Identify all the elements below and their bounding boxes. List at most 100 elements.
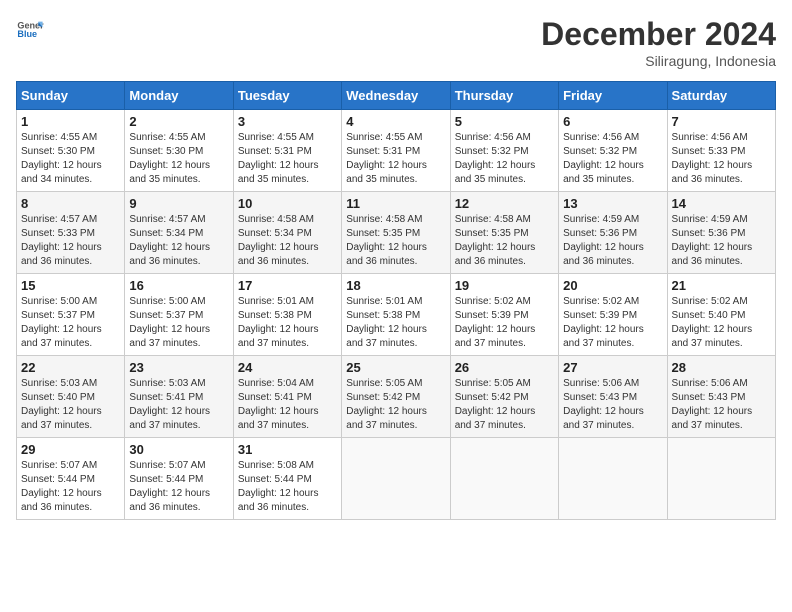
day-number: 23: [129, 360, 228, 375]
day-info: Sunrise: 5:00 AMSunset: 5:37 PMDaylight:…: [129, 296, 210, 349]
calendar-cell: 25 Sunrise: 5:05 AMSunset: 5:42 PMDaylig…: [342, 356, 450, 438]
calendar-cell: 31 Sunrise: 5:08 AMSunset: 5:44 PMDaylig…: [233, 438, 341, 520]
col-header-friday: Friday: [559, 82, 667, 110]
day-info: Sunrise: 4:59 AMSunset: 5:36 PMDaylight:…: [672, 214, 753, 267]
location: Siliragung, Indonesia: [541, 53, 776, 69]
calendar-cell: 9 Sunrise: 4:57 AMSunset: 5:34 PMDayligh…: [125, 192, 233, 274]
day-info: Sunrise: 4:55 AMSunset: 5:31 PMDaylight:…: [238, 132, 319, 185]
day-info: Sunrise: 5:06 AMSunset: 5:43 PMDaylight:…: [563, 378, 644, 431]
col-header-sunday: Sunday: [17, 82, 125, 110]
day-info: Sunrise: 5:05 AMSunset: 5:42 PMDaylight:…: [455, 378, 536, 431]
day-info: Sunrise: 4:55 AMSunset: 5:30 PMDaylight:…: [129, 132, 210, 185]
calendar-header-row: SundayMondayTuesdayWednesdayThursdayFrid…: [17, 82, 776, 110]
day-number: 7: [672, 114, 771, 129]
day-number: 5: [455, 114, 554, 129]
day-number: 26: [455, 360, 554, 375]
calendar-cell: 12 Sunrise: 4:58 AMSunset: 5:35 PMDaylig…: [450, 192, 558, 274]
day-info: Sunrise: 5:05 AMSunset: 5:42 PMDaylight:…: [346, 378, 427, 431]
day-number: 16: [129, 278, 228, 293]
month-title: December 2024: [541, 16, 776, 53]
day-info: Sunrise: 4:58 AMSunset: 5:34 PMDaylight:…: [238, 214, 319, 267]
calendar-cell: 4 Sunrise: 4:55 AMSunset: 5:31 PMDayligh…: [342, 110, 450, 192]
col-header-tuesday: Tuesday: [233, 82, 341, 110]
day-info: Sunrise: 5:02 AMSunset: 5:39 PMDaylight:…: [563, 296, 644, 349]
day-number: 14: [672, 196, 771, 211]
day-info: Sunrise: 5:07 AMSunset: 5:44 PMDaylight:…: [21, 460, 102, 513]
calendar-cell: 5 Sunrise: 4:56 AMSunset: 5:32 PMDayligh…: [450, 110, 558, 192]
day-number: 4: [346, 114, 445, 129]
calendar-week-5: 29 Sunrise: 5:07 AMSunset: 5:44 PMDaylig…: [17, 438, 776, 520]
day-info: Sunrise: 4:58 AMSunset: 5:35 PMDaylight:…: [455, 214, 536, 267]
day-info: Sunrise: 5:02 AMSunset: 5:40 PMDaylight:…: [672, 296, 753, 349]
day-info: Sunrise: 5:08 AMSunset: 5:44 PMDaylight:…: [238, 460, 319, 513]
calendar-cell: 7 Sunrise: 4:56 AMSunset: 5:33 PMDayligh…: [667, 110, 775, 192]
day-info: Sunrise: 5:06 AMSunset: 5:43 PMDaylight:…: [672, 378, 753, 431]
day-info: Sunrise: 4:55 AMSunset: 5:31 PMDaylight:…: [346, 132, 427, 185]
day-number: 30: [129, 442, 228, 457]
col-header-wednesday: Wednesday: [342, 82, 450, 110]
calendar-cell: 23 Sunrise: 5:03 AMSunset: 5:41 PMDaylig…: [125, 356, 233, 438]
day-number: 10: [238, 196, 337, 211]
day-number: 28: [672, 360, 771, 375]
calendar-cell: [559, 438, 667, 520]
day-info: Sunrise: 5:00 AMSunset: 5:37 PMDaylight:…: [21, 296, 102, 349]
day-number: 24: [238, 360, 337, 375]
day-info: Sunrise: 5:02 AMSunset: 5:39 PMDaylight:…: [455, 296, 536, 349]
day-number: 2: [129, 114, 228, 129]
calendar-cell: 16 Sunrise: 5:00 AMSunset: 5:37 PMDaylig…: [125, 274, 233, 356]
day-info: Sunrise: 5:03 AMSunset: 5:41 PMDaylight:…: [129, 378, 210, 431]
calendar-cell: [342, 438, 450, 520]
day-info: Sunrise: 5:03 AMSunset: 5:40 PMDaylight:…: [21, 378, 102, 431]
calendar-cell: 17 Sunrise: 5:01 AMSunset: 5:38 PMDaylig…: [233, 274, 341, 356]
day-info: Sunrise: 5:01 AMSunset: 5:38 PMDaylight:…: [238, 296, 319, 349]
calendar-cell: 10 Sunrise: 4:58 AMSunset: 5:34 PMDaylig…: [233, 192, 341, 274]
calendar-week-2: 8 Sunrise: 4:57 AMSunset: 5:33 PMDayligh…: [17, 192, 776, 274]
day-info: Sunrise: 4:57 AMSunset: 5:33 PMDaylight:…: [21, 214, 102, 267]
day-info: Sunrise: 4:59 AMSunset: 5:36 PMDaylight:…: [563, 214, 644, 267]
day-number: 17: [238, 278, 337, 293]
day-number: 13: [563, 196, 662, 211]
col-header-monday: Monday: [125, 82, 233, 110]
day-number: 21: [672, 278, 771, 293]
calendar-cell: 27 Sunrise: 5:06 AMSunset: 5:43 PMDaylig…: [559, 356, 667, 438]
col-header-saturday: Saturday: [667, 82, 775, 110]
day-info: Sunrise: 5:01 AMSunset: 5:38 PMDaylight:…: [346, 296, 427, 349]
calendar-cell: 11 Sunrise: 4:58 AMSunset: 5:35 PMDaylig…: [342, 192, 450, 274]
calendar-cell: 18 Sunrise: 5:01 AMSunset: 5:38 PMDaylig…: [342, 274, 450, 356]
calendar-week-1: 1 Sunrise: 4:55 AMSunset: 5:30 PMDayligh…: [17, 110, 776, 192]
calendar-cell: 29 Sunrise: 5:07 AMSunset: 5:44 PMDaylig…: [17, 438, 125, 520]
day-info: Sunrise: 4:55 AMSunset: 5:30 PMDaylight:…: [21, 132, 102, 185]
calendar-cell: 14 Sunrise: 4:59 AMSunset: 5:36 PMDaylig…: [667, 192, 775, 274]
title-block: December 2024 Siliragung, Indonesia: [541, 16, 776, 69]
calendar-cell: 8 Sunrise: 4:57 AMSunset: 5:33 PMDayligh…: [17, 192, 125, 274]
calendar-cell: 6 Sunrise: 4:56 AMSunset: 5:32 PMDayligh…: [559, 110, 667, 192]
calendar-cell: 28 Sunrise: 5:06 AMSunset: 5:43 PMDaylig…: [667, 356, 775, 438]
calendar-week-3: 15 Sunrise: 5:00 AMSunset: 5:37 PMDaylig…: [17, 274, 776, 356]
day-number: 25: [346, 360, 445, 375]
logo-icon: General Blue: [16, 16, 44, 44]
day-number: 1: [21, 114, 120, 129]
page-header: General Blue December 2024 Siliragung, I…: [16, 16, 776, 69]
day-info: Sunrise: 5:07 AMSunset: 5:44 PMDaylight:…: [129, 460, 210, 513]
calendar-week-4: 22 Sunrise: 5:03 AMSunset: 5:40 PMDaylig…: [17, 356, 776, 438]
day-number: 27: [563, 360, 662, 375]
day-number: 29: [21, 442, 120, 457]
day-info: Sunrise: 4:57 AMSunset: 5:34 PMDaylight:…: [129, 214, 210, 267]
day-number: 31: [238, 442, 337, 457]
calendar-cell: 1 Sunrise: 4:55 AMSunset: 5:30 PMDayligh…: [17, 110, 125, 192]
day-number: 8: [21, 196, 120, 211]
calendar-cell: 30 Sunrise: 5:07 AMSunset: 5:44 PMDaylig…: [125, 438, 233, 520]
calendar-cell: 2 Sunrise: 4:55 AMSunset: 5:30 PMDayligh…: [125, 110, 233, 192]
calendar-cell: 3 Sunrise: 4:55 AMSunset: 5:31 PMDayligh…: [233, 110, 341, 192]
day-number: 20: [563, 278, 662, 293]
calendar-cell: 15 Sunrise: 5:00 AMSunset: 5:37 PMDaylig…: [17, 274, 125, 356]
calendar-cell: 20 Sunrise: 5:02 AMSunset: 5:39 PMDaylig…: [559, 274, 667, 356]
calendar-cell: 19 Sunrise: 5:02 AMSunset: 5:39 PMDaylig…: [450, 274, 558, 356]
day-info: Sunrise: 5:04 AMSunset: 5:41 PMDaylight:…: [238, 378, 319, 431]
calendar-cell: 24 Sunrise: 5:04 AMSunset: 5:41 PMDaylig…: [233, 356, 341, 438]
day-number: 12: [455, 196, 554, 211]
calendar-cell: [667, 438, 775, 520]
calendar-cell: 22 Sunrise: 5:03 AMSunset: 5:40 PMDaylig…: [17, 356, 125, 438]
calendar-cell: 21 Sunrise: 5:02 AMSunset: 5:40 PMDaylig…: [667, 274, 775, 356]
day-info: Sunrise: 4:58 AMSunset: 5:35 PMDaylight:…: [346, 214, 427, 267]
